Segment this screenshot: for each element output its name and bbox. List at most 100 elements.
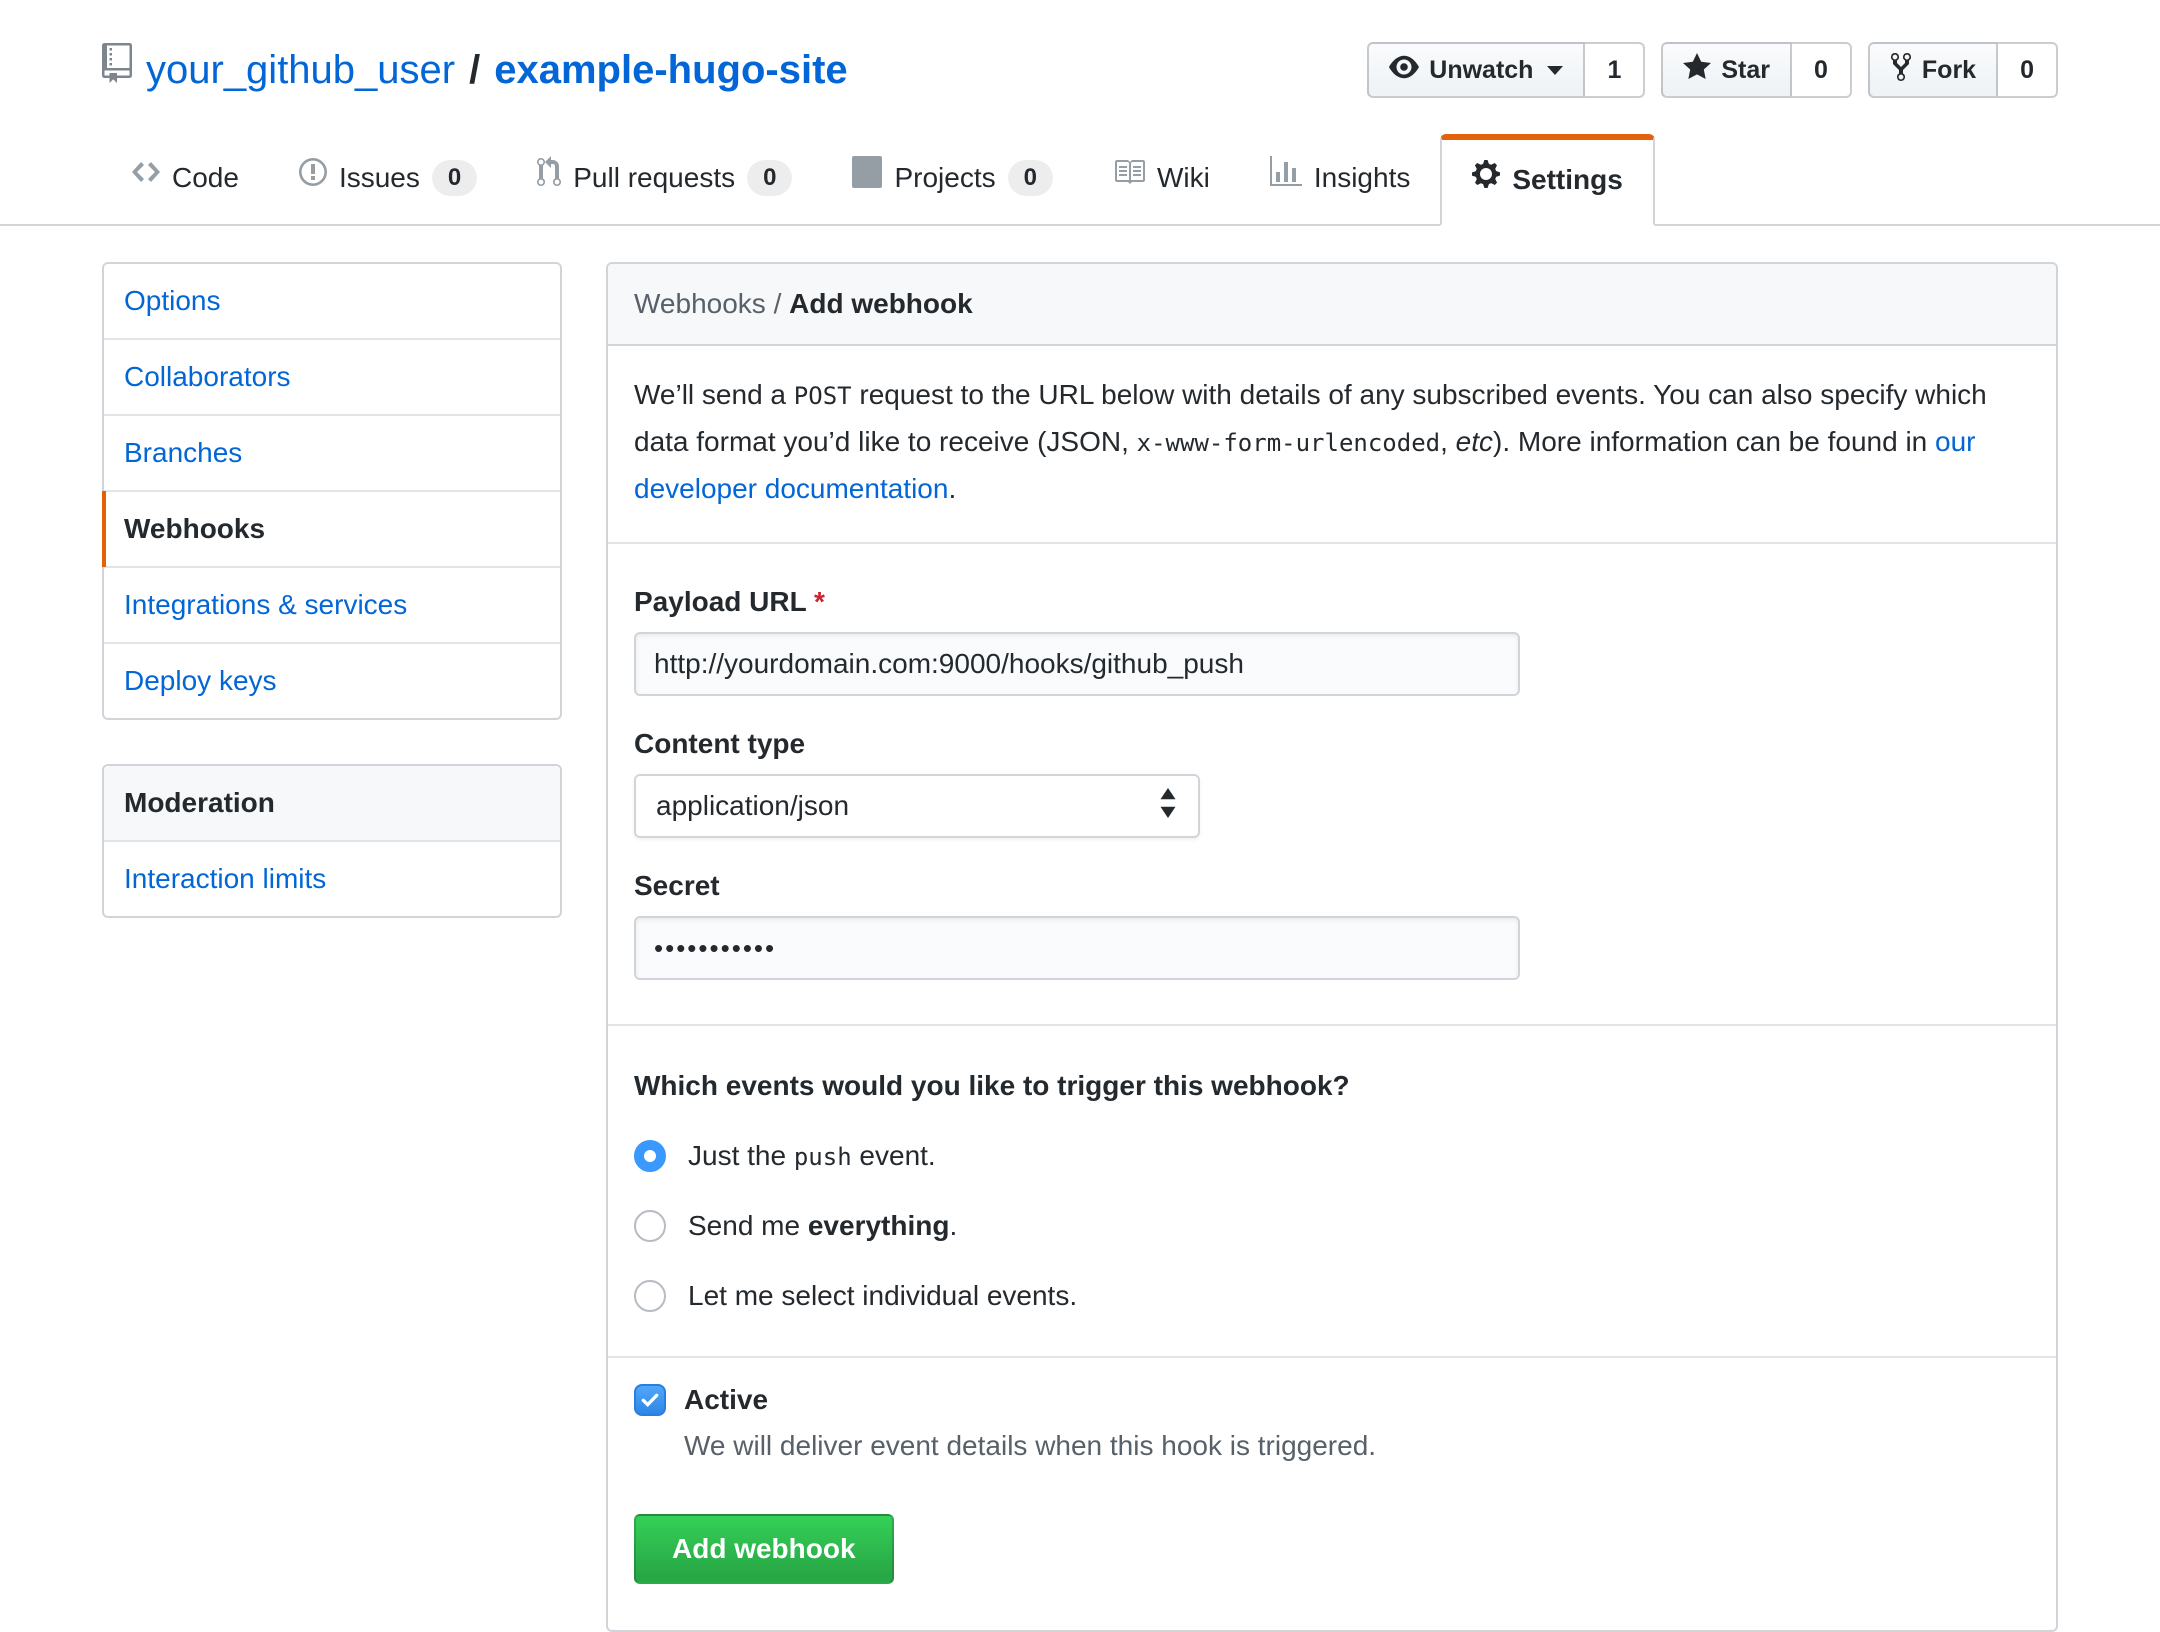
- radio-selected-icon[interactable]: [634, 1140, 666, 1172]
- radio-send-everything-label: Send me everything.: [688, 1210, 957, 1242]
- breadcrumb-webhooks[interactable]: Webhooks: [634, 288, 766, 319]
- webhook-form-fields: Payload URL * Content type application/j…: [608, 544, 2056, 1024]
- everything-bold-text: everything: [808, 1210, 950, 1241]
- sidebar-item-branches[interactable]: Branches: [104, 416, 560, 492]
- repo-name-link[interactable]: example-hugo-site: [494, 42, 847, 98]
- content-type-selected-value: application/json: [656, 790, 849, 822]
- description-text: .: [948, 473, 956, 504]
- description-text: We’ll send a: [634, 379, 794, 410]
- code-icon: [132, 156, 160, 200]
- fork-count[interactable]: 0: [1998, 42, 2058, 98]
- sidebar-item-options[interactable]: Options: [104, 264, 560, 340]
- repo-title: your_github_user / example-hugo-site: [102, 42, 848, 98]
- unwatch-button[interactable]: Unwatch: [1367, 42, 1585, 98]
- repo-actions: Unwatch 1 Star 0: [1367, 42, 2058, 98]
- issue-opened-icon: [299, 156, 327, 200]
- active-checkbox-row[interactable]: Active: [634, 1384, 2030, 1416]
- watch-button-group: Unwatch 1: [1367, 42, 1645, 98]
- content-type-label: Content type: [634, 728, 2030, 760]
- repo-nav: Code Issues 0 Pull requests 0 Projects 0…: [102, 132, 2058, 224]
- unwatch-button-label: Unwatch: [1429, 56, 1533, 85]
- sidebar-item-interaction-limits[interactable]: Interaction limits: [104, 842, 560, 916]
- sidebar-item-deploy-keys[interactable]: Deploy keys: [104, 644, 560, 718]
- graph-icon: [1270, 156, 1302, 200]
- push-code: push: [794, 1143, 852, 1171]
- fork-button[interactable]: Fork: [1868, 42, 1998, 98]
- tab-insights-label: Insights: [1314, 157, 1411, 199]
- tab-projects-label: Projects: [894, 157, 995, 199]
- gear-icon: [1472, 158, 1500, 202]
- tab-wiki[interactable]: Wiki: [1083, 132, 1240, 224]
- payload-url-label-text: Payload URL: [634, 586, 806, 617]
- radio-send-everything[interactable]: Send me everything.: [634, 1210, 2030, 1242]
- urlencoded-code: x-www-form-urlencoded: [1137, 429, 1440, 457]
- events-question: Which events would you like to trigger t…: [634, 1070, 2030, 1102]
- description-text: ). More information can be found in: [1493, 426, 1935, 457]
- tab-projects[interactable]: Projects 0: [822, 132, 1083, 224]
- star-button[interactable]: Star: [1661, 42, 1792, 98]
- radio-just-push-event[interactable]: Just the push event.: [634, 1140, 2030, 1172]
- sidebar-item-integrations-services[interactable]: Integrations & services: [104, 568, 560, 644]
- tab-wiki-label: Wiki: [1157, 157, 1210, 199]
- description-text: ,: [1440, 426, 1456, 457]
- payload-url-input[interactable]: [634, 632, 1520, 696]
- breadcrumb: Webhooks / Add webhook: [608, 264, 2056, 346]
- tab-issues-label: Issues: [339, 157, 420, 199]
- tab-issues[interactable]: Issues 0: [269, 132, 507, 224]
- tab-settings-label: Settings: [1512, 159, 1622, 201]
- active-description: We will deliver event details when this …: [684, 1426, 2030, 1466]
- star-count[interactable]: 0: [1792, 42, 1852, 98]
- radio-label-text: Send me: [688, 1210, 808, 1241]
- watch-count[interactable]: 1: [1585, 42, 1645, 98]
- payload-url-label: Payload URL *: [634, 586, 2030, 618]
- radio-label-text: .: [949, 1210, 957, 1241]
- secret-label: Secret: [634, 870, 2030, 902]
- repo-path-separator: /: [469, 42, 480, 98]
- breadcrumb-separator: /: [766, 288, 789, 319]
- repo-owner-link[interactable]: your_github_user: [146, 42, 455, 98]
- issues-counter: 0: [432, 160, 477, 196]
- tab-pull-requests-label: Pull requests: [573, 157, 735, 199]
- radio-individual-events[interactable]: Let me select individual events.: [634, 1280, 2030, 1312]
- add-webhook-button[interactable]: Add webhook: [634, 1514, 894, 1584]
- radio-just-push-label: Just the push event.: [688, 1140, 936, 1172]
- events-section: Which events would you like to trigger t…: [608, 1026, 2056, 1356]
- caret-down-icon: [1547, 66, 1563, 75]
- required-asterisk: *: [814, 586, 825, 617]
- post-code: POST: [794, 382, 852, 410]
- etc-text: etc: [1456, 426, 1493, 457]
- star-button-group: Star 0: [1661, 42, 1852, 98]
- tab-pull-requests[interactable]: Pull requests 0: [507, 132, 822, 224]
- settings-sidebar: Options Collaborators Branches Webhooks …: [102, 262, 562, 918]
- select-arrows-icon: [1158, 788, 1178, 825]
- tab-code-label: Code: [172, 157, 239, 199]
- add-webhook-panel: Webhooks / Add webhook We’ll send a POST…: [606, 262, 2058, 1632]
- tab-settings[interactable]: Settings: [1440, 134, 1654, 226]
- repo-header: your_github_user / example-hugo-site Unw…: [102, 42, 2058, 98]
- pull-requests-counter: 0: [747, 160, 792, 196]
- book-icon: [1113, 156, 1145, 200]
- sidebar-item-collaborators[interactable]: Collaborators: [104, 340, 560, 416]
- eye-icon: [1389, 52, 1419, 89]
- radio-individual-events-label: Let me select individual events.: [688, 1280, 1077, 1312]
- active-section: Active We will deliver event details whe…: [608, 1358, 2056, 1630]
- moderation-menu: Moderation Interaction limits: [102, 764, 562, 918]
- fork-icon: [1890, 51, 1912, 90]
- active-label: Active: [684, 1384, 768, 1416]
- content-type-select[interactable]: application/json: [634, 774, 1200, 838]
- webhook-description: We’ll send a POST request to the URL bel…: [608, 346, 2056, 544]
- radio-label-text: Just the: [688, 1140, 794, 1171]
- tab-code[interactable]: Code: [102, 132, 269, 224]
- project-icon: [852, 156, 882, 200]
- radio-label-text: Let me select individual events.: [688, 1280, 1077, 1311]
- secret-input[interactable]: [634, 916, 1520, 980]
- breadcrumb-add-webhook: Add webhook: [789, 288, 973, 319]
- sidebar-item-webhooks[interactable]: Webhooks: [104, 492, 560, 568]
- checkbox-checked-icon[interactable]: [634, 1384, 666, 1416]
- git-pull-request-icon: [537, 156, 561, 200]
- radio-unselected-icon[interactable]: [634, 1210, 666, 1242]
- repo-icon: [102, 42, 132, 98]
- radio-unselected-icon[interactable]: [634, 1280, 666, 1312]
- tab-insights[interactable]: Insights: [1240, 132, 1441, 224]
- repo-nav-bar: Code Issues 0 Pull requests 0 Projects 0…: [0, 132, 2160, 226]
